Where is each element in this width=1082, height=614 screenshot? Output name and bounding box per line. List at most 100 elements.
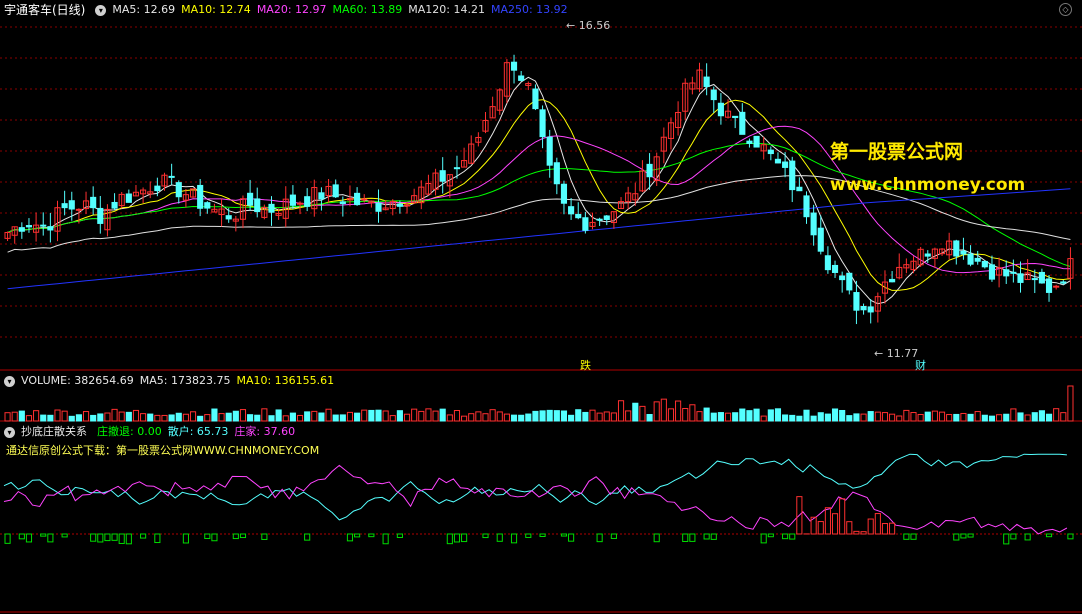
volume-bar (839, 409, 846, 422)
candle-body (1031, 278, 1038, 281)
volume-bar (953, 413, 960, 422)
volume-bar (82, 411, 90, 422)
volume-bar (596, 412, 603, 422)
candle-body (860, 306, 867, 311)
candle-body (739, 111, 746, 135)
indicator-bar-green (703, 533, 710, 540)
volume-bar (746, 410, 753, 422)
volume-bar (4, 412, 11, 422)
volume-bar (803, 409, 810, 422)
volume-bar (239, 409, 247, 422)
volume-bar (168, 414, 175, 422)
candle-body (1038, 271, 1045, 284)
volume-bar (981, 414, 988, 422)
volume-bar (25, 415, 33, 422)
volume-bar (824, 413, 831, 422)
volume-bar (503, 413, 510, 422)
indicator-bar-green (125, 533, 132, 545)
candle-body (817, 227, 824, 252)
volume-bar (553, 410, 560, 422)
indicator-bar-red (881, 523, 889, 535)
volume-bar (610, 412, 617, 422)
volume-bar (1010, 408, 1017, 422)
indicator-bar-red (817, 521, 824, 535)
volume-bar (532, 410, 539, 422)
volume-bar (354, 412, 361, 422)
volume-bar (111, 408, 118, 422)
indicator-bar-green (204, 533, 211, 539)
indicator-bar-green (482, 533, 489, 539)
candle-body (439, 170, 446, 182)
candle-body (332, 184, 339, 198)
high-label: ← 16.56 (566, 19, 611, 32)
indicator-bar-green (154, 533, 161, 544)
indicator-bar-green (140, 533, 147, 539)
candle-body (318, 192, 325, 200)
indicator-bar-green (1010, 533, 1017, 540)
candle-body (97, 207, 104, 224)
candle-body (47, 226, 54, 231)
indicator-bar-green (18, 533, 25, 540)
candle-body (603, 215, 610, 220)
volume-bar (154, 414, 161, 422)
candle-body (175, 182, 182, 198)
volume-bar (732, 412, 739, 422)
candle-body (268, 203, 275, 213)
candle-body (767, 149, 774, 155)
candle-body (789, 160, 796, 191)
volume-bar (247, 414, 254, 422)
volume-bar (1067, 385, 1074, 422)
volume-bar (304, 411, 311, 422)
volume-bar (689, 404, 696, 422)
volume-bar (382, 410, 389, 422)
volume-bar (703, 407, 710, 422)
candle-body (1045, 278, 1053, 293)
volume-bar (753, 408, 760, 422)
volume-bar (140, 413, 147, 422)
indicator-bar-green (396, 533, 403, 538)
volume-bar (539, 410, 546, 422)
event-die[interactable]: 跌 (580, 357, 591, 373)
candle-body (974, 257, 981, 262)
volume-bar (325, 408, 332, 422)
low-label: ← 11.77 (874, 347, 919, 360)
candle-body (453, 167, 461, 170)
volume-bar (860, 413, 867, 422)
volume-bar (104, 412, 111, 422)
indicator-bar-green (346, 533, 354, 542)
candle-body (553, 162, 560, 185)
indicator-bar-green (782, 533, 789, 540)
volume-bar (211, 408, 218, 422)
volume-bar (1038, 410, 1045, 422)
volume-bar (603, 411, 610, 422)
indicator-bar-green (382, 533, 389, 545)
volume-bar (296, 414, 304, 422)
volume-bar (311, 410, 318, 422)
candle-body (510, 61, 518, 71)
candle-body (125, 193, 132, 203)
volume-bar (831, 408, 839, 422)
candle-body (796, 186, 803, 192)
zhuang-jia-line (3, 464, 1068, 535)
indicator-bar-green (760, 533, 767, 544)
candle-body (18, 227, 25, 232)
volume-bar (47, 414, 54, 422)
candle-body (853, 292, 860, 311)
volume-bar (717, 412, 724, 422)
indicator-bar-green (525, 533, 532, 538)
candle-body (803, 195, 810, 218)
candle-body (361, 198, 368, 201)
volume-bar (361, 409, 368, 422)
volume-bar (931, 410, 938, 422)
candle-body (988, 264, 996, 280)
candle-body (782, 161, 789, 168)
candle-body (582, 217, 589, 231)
volume-bar (446, 414, 453, 422)
event-cai[interactable]: 财 (915, 357, 926, 373)
candle-body (560, 183, 568, 204)
volume-bar (132, 409, 140, 422)
volume-bar (525, 413, 532, 422)
volume-bar (389, 415, 396, 422)
volume-bar (924, 411, 931, 422)
candle-body (1017, 273, 1024, 283)
